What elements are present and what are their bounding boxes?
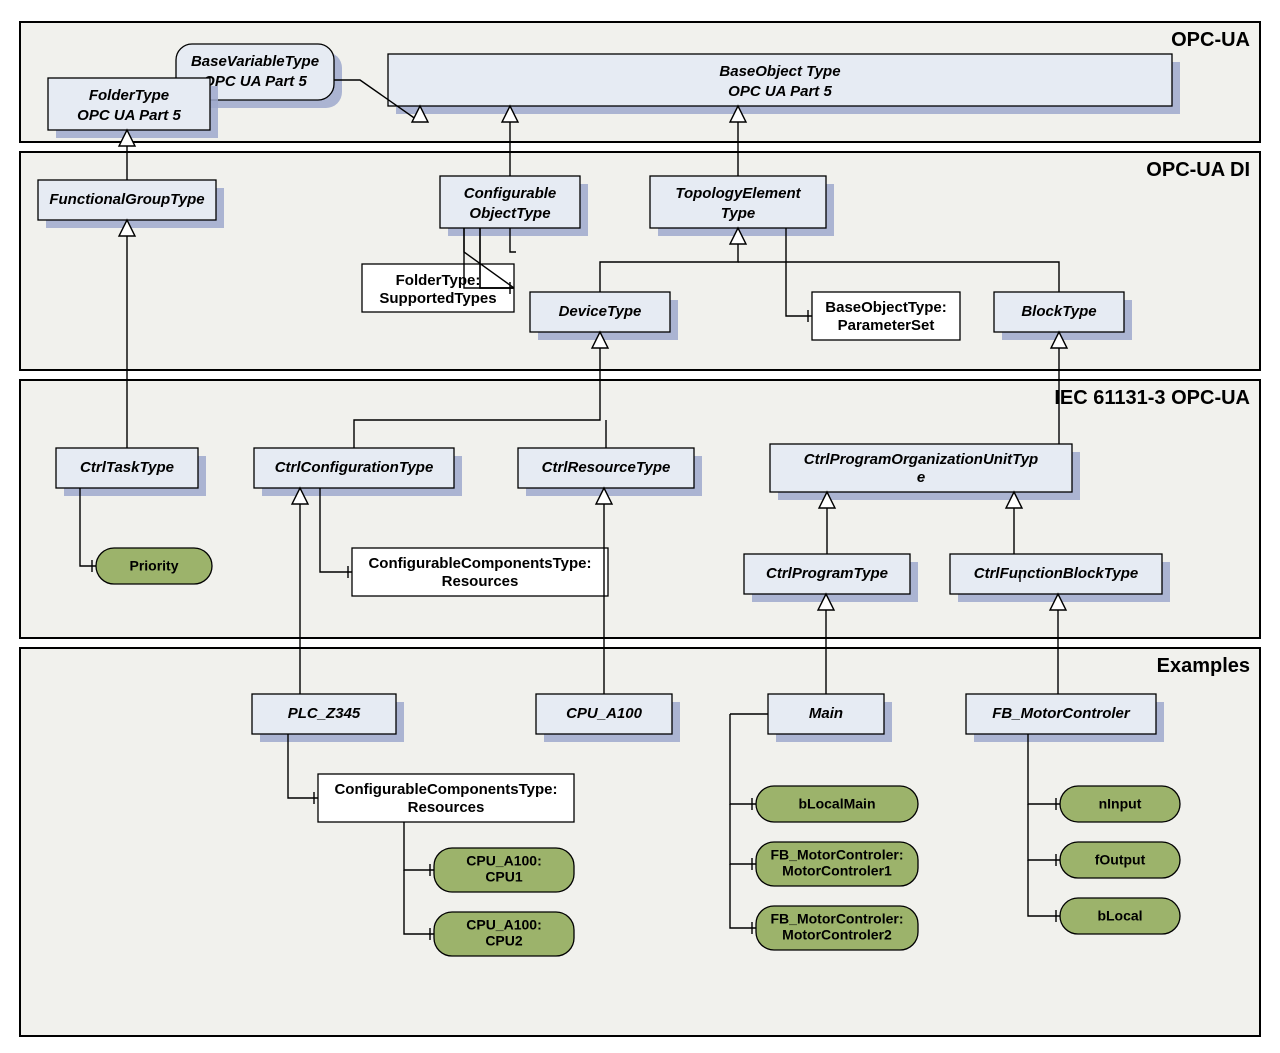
svg-text:Resources: Resources <box>442 573 519 590</box>
svg-text:BaseObjectType:: BaseObjectType: <box>825 299 946 316</box>
svg-text:FB_MotorControler:: FB_MotorControler: <box>771 911 904 927</box>
svg-text:BaseObject Type: BaseObject Type <box>719 63 840 80</box>
svg-text:BaseVariableType: BaseVariableType <box>191 53 319 70</box>
svg-text:nInput: nInput <box>1099 796 1142 812</box>
layer-iec-label: IEC 61131-3 OPC-UA <box>1054 387 1250 409</box>
svg-text:BlockType: BlockType <box>1021 303 1096 320</box>
svg-text:FB_MotorControler: FB_MotorControler <box>992 705 1131 722</box>
svg-text:CtrlTaskType: CtrlTaskType <box>80 459 174 476</box>
svg-text:CPU1: CPU1 <box>485 869 523 885</box>
svg-text:CtrlConfigurationType: CtrlConfigurationType <box>275 459 434 476</box>
svg-text:SupportedTypes: SupportedTypes <box>379 290 496 307</box>
svg-text:FolderType: FolderType <box>89 87 169 104</box>
svg-text:OPC UA Part 5: OPC UA Part 5 <box>728 83 832 100</box>
svg-text:FB_MotorControler:: FB_MotorControler: <box>771 847 904 863</box>
svg-text:CtrlProgramType: CtrlProgramType <box>766 565 888 582</box>
svg-text:CtrlFunctionBlockType: CtrlFunctionBlockType <box>974 565 1138 582</box>
svg-text:bLocal: bLocal <box>1097 908 1142 924</box>
svg-text:OPC UA Part 5: OPC UA Part 5 <box>203 73 307 90</box>
svg-text:CPU_A100: CPU_A100 <box>566 705 643 722</box>
svg-text:TopologyElement: TopologyElement <box>675 185 801 202</box>
svg-text:PLC_Z345: PLC_Z345 <box>288 705 361 722</box>
svg-text:FolderType:: FolderType: <box>396 272 481 289</box>
svg-text:CPU_A100:: CPU_A100: <box>466 917 541 933</box>
svg-text:CPU2: CPU2 <box>485 933 523 949</box>
svg-text:MotorControler2: MotorControler2 <box>782 927 892 943</box>
svg-text:DeviceType: DeviceType <box>559 303 642 320</box>
svg-text:Resources: Resources <box>408 799 485 816</box>
svg-text:CtrlProgramOrganizationUnitTyp: CtrlProgramOrganizationUnitTyp <box>804 451 1038 468</box>
svg-text:bLocalMain: bLocalMain <box>798 796 875 812</box>
svg-text:ConfigurableComponentsType:: ConfigurableComponentsType: <box>368 555 591 572</box>
svg-text:ObjectType: ObjectType <box>469 205 550 222</box>
svg-text:ParameterSet: ParameterSet <box>838 317 935 334</box>
svg-text:Type: Type <box>721 205 755 222</box>
diagram-svg: OPC-UA OPC-UA DI IEC 61131-3 OPC-UA Exam… <box>0 0 1280 1053</box>
svg-text:OPC UA Part 5: OPC UA Part 5 <box>77 107 181 124</box>
layer-opcua-label: OPC-UA <box>1171 29 1250 51</box>
svg-text:Configurable: Configurable <box>464 185 557 202</box>
svg-text:CPU_A100:: CPU_A100: <box>466 853 541 869</box>
svg-text:fOutput: fOutput <box>1095 852 1146 868</box>
svg-text:MotorControler1: MotorControler1 <box>782 863 892 879</box>
svg-text:CtrlResourceType: CtrlResourceType <box>542 459 671 476</box>
svg-text:e: e <box>917 469 925 486</box>
layer-ex-label: Examples <box>1157 655 1250 677</box>
svg-text:ConfigurableComponentsType:: ConfigurableComponentsType: <box>334 781 557 798</box>
layer-di-label: OPC-UA DI <box>1146 159 1250 181</box>
svg-text:Priority: Priority <box>129 558 178 574</box>
svg-text:FunctionalGroupType: FunctionalGroupType <box>49 191 204 208</box>
svg-text:Main: Main <box>809 705 843 722</box>
